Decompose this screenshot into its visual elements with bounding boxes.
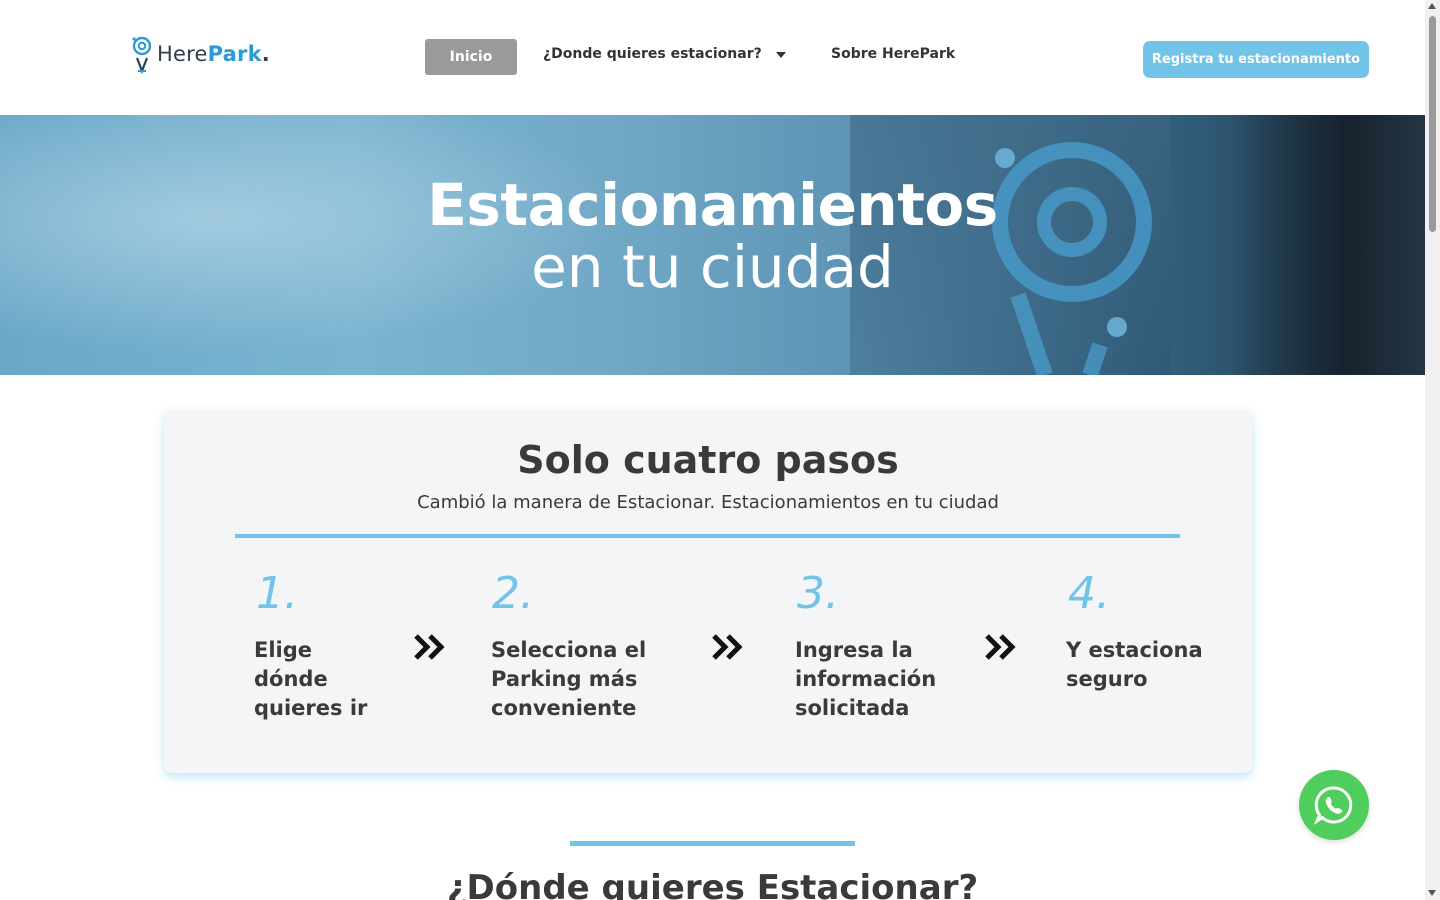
whatsapp-icon bbox=[1313, 786, 1353, 826]
nav-about-link[interactable]: Sobre HerePark bbox=[831, 46, 955, 62]
step-4-line: Y estaciona bbox=[1066, 638, 1203, 662]
page-scrollbar[interactable] bbox=[1425, 0, 1440, 900]
scroll-down-icon[interactable] bbox=[1428, 890, 1436, 896]
section-divider bbox=[570, 841, 855, 846]
step-2-line: Parking más bbox=[491, 667, 638, 691]
step-2-number: 2. bbox=[492, 568, 534, 619]
step-3-line: información bbox=[795, 667, 937, 691]
step-3-line: solicitada bbox=[795, 696, 910, 720]
steps-subtitle: Cambió la manera de Estacionar. Estacion… bbox=[417, 492, 999, 513]
scrollbar-thumb[interactable] bbox=[1429, 16, 1436, 232]
hero-title-line1: Estacionamientos bbox=[427, 171, 998, 239]
double-chevron-right-icon bbox=[985, 634, 1016, 660]
caret-down-icon bbox=[775, 52, 786, 58]
step-4-line: seguro bbox=[1066, 667, 1148, 691]
hero-title-line2: en tu ciudad bbox=[531, 233, 894, 301]
steps-card: Solo cuatro pasos Cambió la manera de Es… bbox=[164, 410, 1252, 773]
site-header: HerePark. Inicio ¿Donde quieres estacion… bbox=[0, 0, 1425, 115]
logo-text: HerePark. bbox=[157, 42, 270, 66]
step-2-text: Selecciona el Parking más conveniente bbox=[491, 636, 646, 723]
step-3-line: Ingresa la bbox=[795, 638, 913, 662]
step-3-number: 3. bbox=[797, 568, 839, 619]
nav-where-label: ¿Donde quieres estacionar? bbox=[543, 46, 762, 62]
hero-banner: Estacionamientos en tu ciudad bbox=[0, 115, 1425, 375]
nav-where-dropdown[interactable]: ¿Donde quieres estacionar? bbox=[543, 46, 786, 62]
nav-home-label: Inicio bbox=[449, 49, 493, 65]
nav-about-label: Sobre HerePark bbox=[831, 46, 956, 62]
location-pin-logo-icon bbox=[132, 36, 152, 74]
nav-home-button[interactable]: Inicio bbox=[425, 39, 517, 75]
steps-title: Solo cuatro pasos bbox=[517, 438, 899, 482]
steps-divider bbox=[235, 534, 1180, 538]
step-1-line: Elige bbox=[254, 638, 313, 662]
double-chevron-right-icon bbox=[712, 634, 743, 660]
step-1-line: quieres ir bbox=[254, 696, 368, 720]
step-1-text: Elige dónde quieres ir bbox=[254, 636, 367, 723]
where-to-park-title: ¿Dónde quieres Estacionar? bbox=[446, 868, 979, 900]
step-2-line: Selecciona el bbox=[491, 638, 647, 662]
step-3-text: Ingresa la información solicitada bbox=[795, 636, 936, 723]
scroll-up-icon[interactable] bbox=[1428, 3, 1436, 9]
step-1-line: dónde bbox=[254, 667, 328, 691]
step-1-number: 1. bbox=[256, 568, 298, 619]
step-4-number: 4. bbox=[1068, 568, 1110, 619]
register-parking-label: Registra tu estacionamiento bbox=[1151, 52, 1361, 67]
whatsapp-button[interactable] bbox=[1299, 770, 1369, 840]
step-4-text: Y estaciona seguro bbox=[1066, 636, 1203, 694]
step-2-line: conveniente bbox=[491, 696, 637, 720]
double-chevron-right-icon bbox=[414, 634, 445, 660]
herepark-logo[interactable]: HerePark. bbox=[131, 34, 270, 74]
register-parking-button[interactable]: Registra tu estacionamiento bbox=[1143, 41, 1369, 78]
